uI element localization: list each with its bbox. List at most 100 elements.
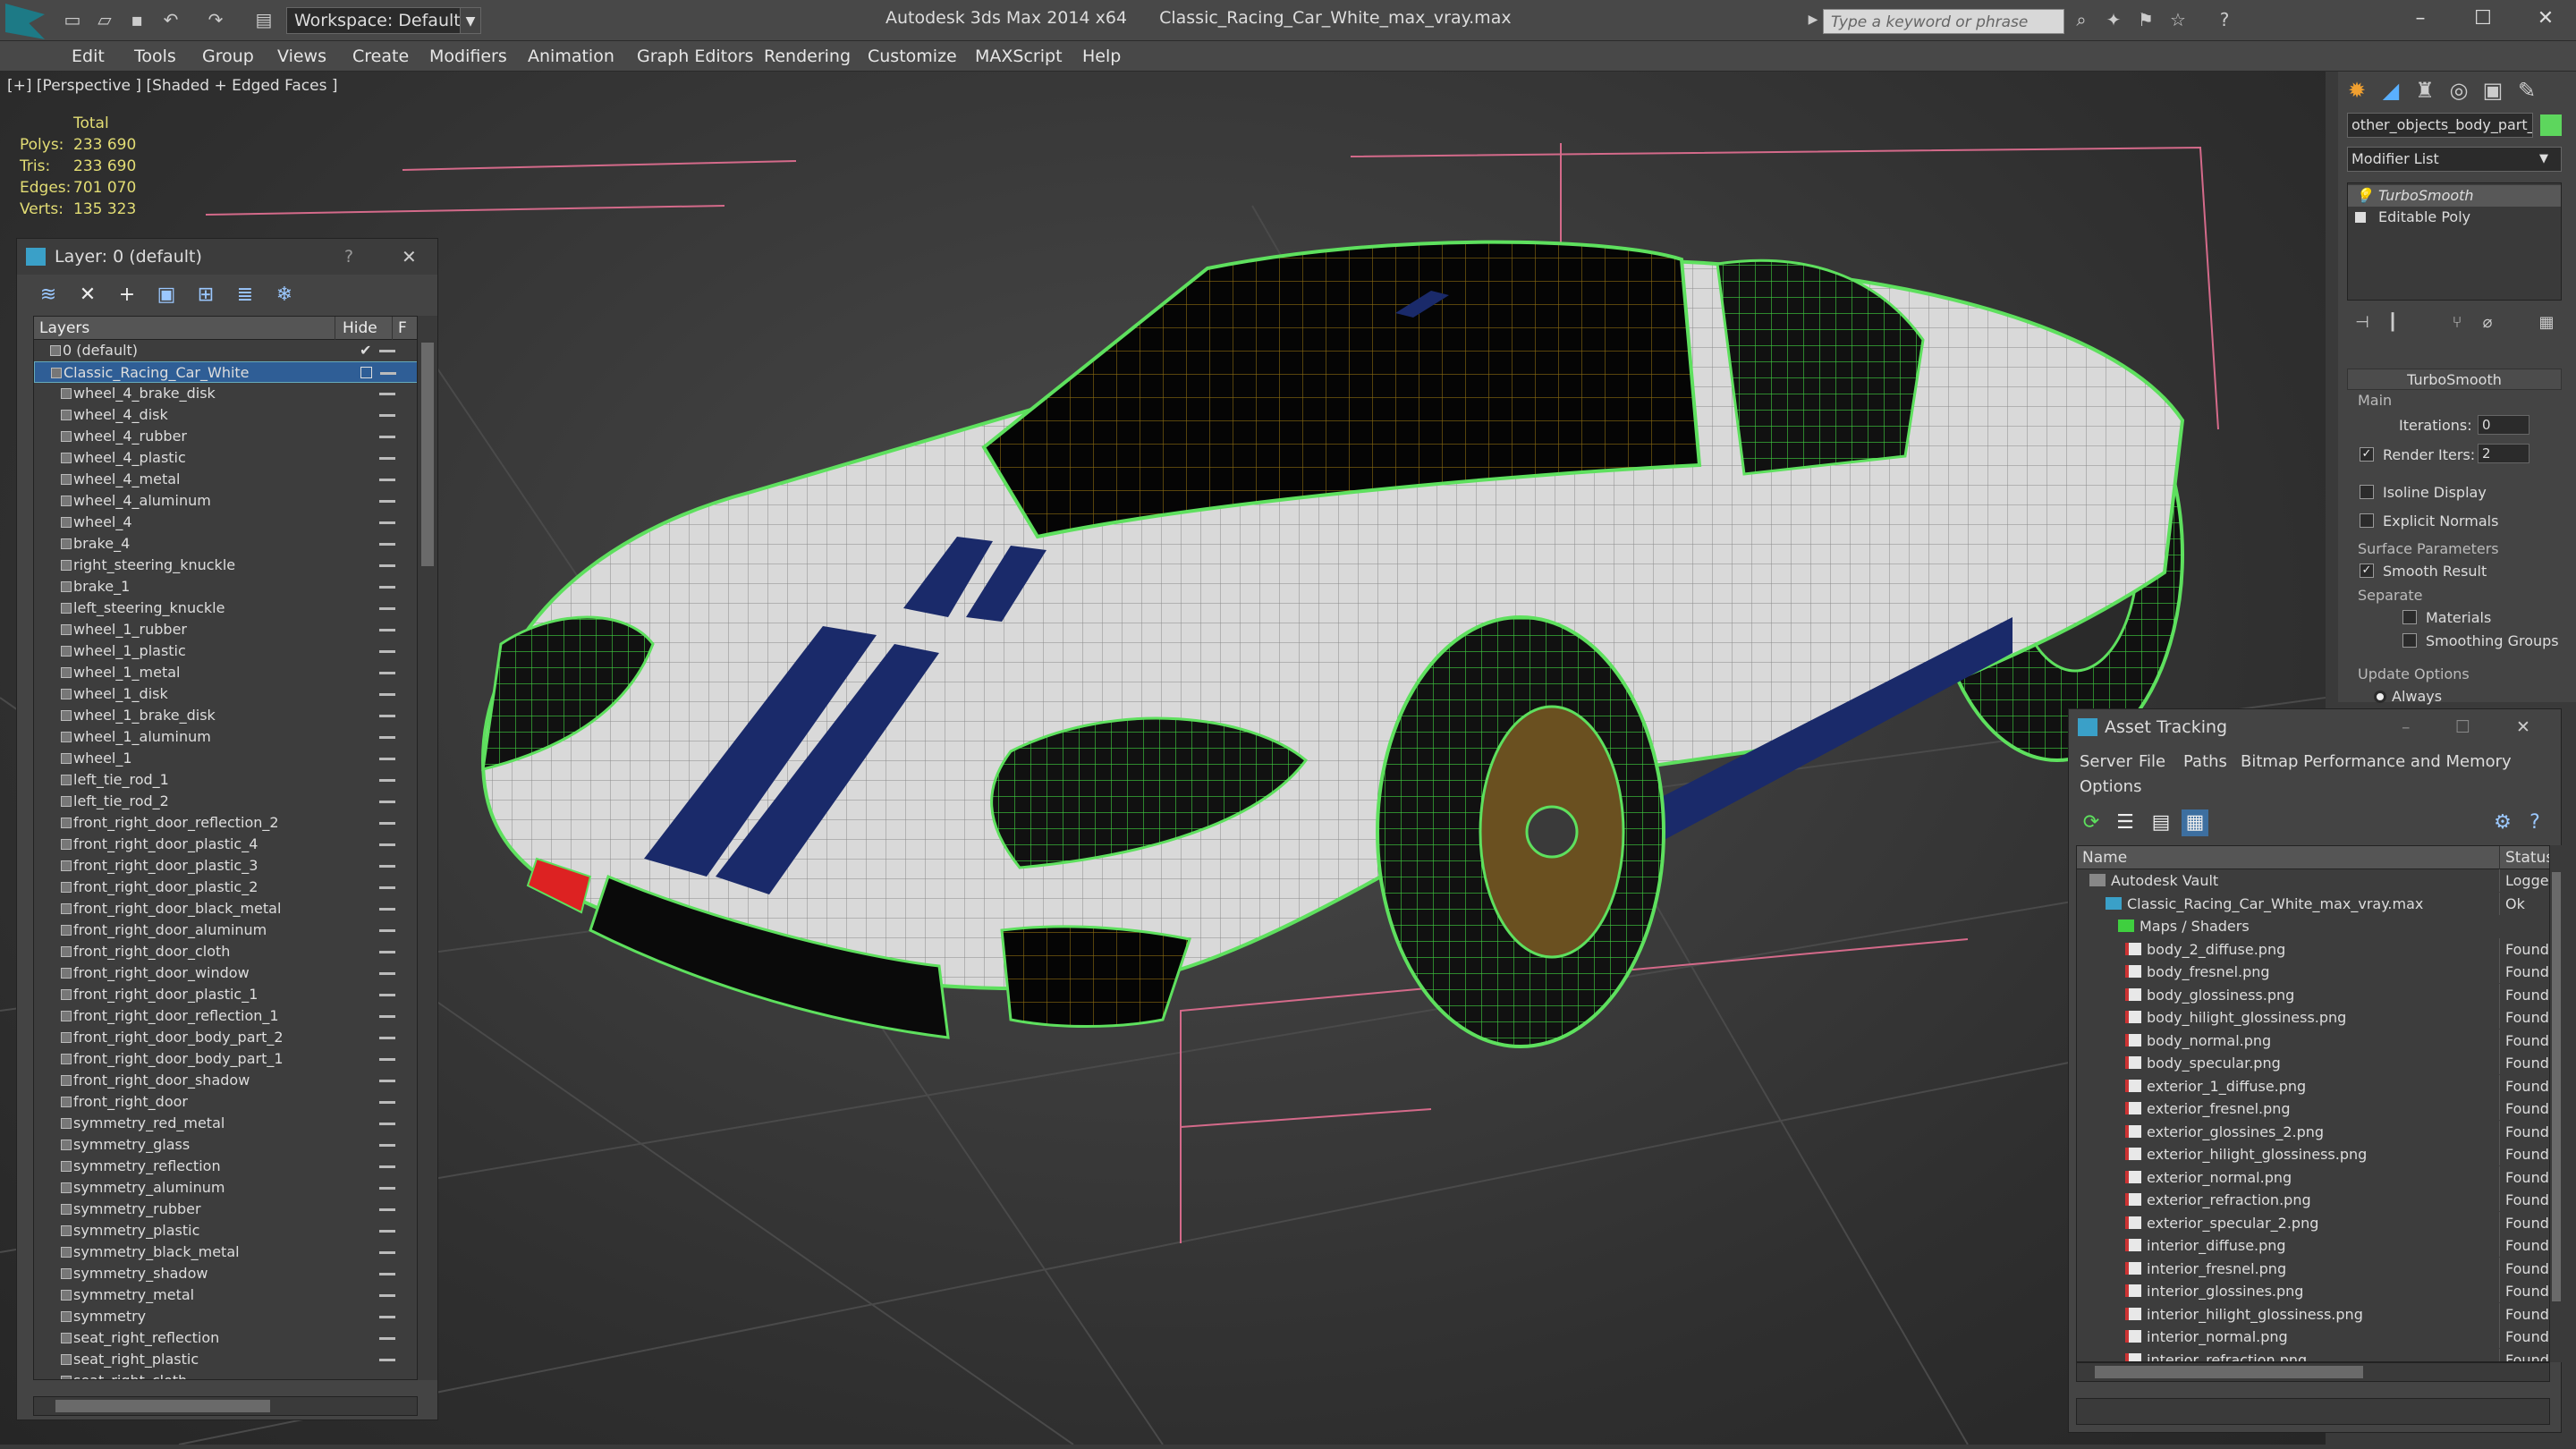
layer-list[interactable]: Layers Hide F 0 (default) ✔ Classic_Racing… — [33, 316, 418, 1380]
hide-toggle[interactable] — [379, 1273, 395, 1275]
layer-row[interactable]: wheel_4_plastic — [34, 447, 417, 469]
hide-toggle[interactable] — [379, 1208, 395, 1211]
highlight-layer-icon[interactable]: ⊞ — [192, 282, 219, 309]
layer-row[interactable]: front_right_door_black_metal — [34, 898, 417, 919]
display-tab-icon[interactable]: ▣ — [2478, 75, 2508, 106]
layer-row[interactable]: wheel_1_metal — [34, 662, 417, 683]
create-tab-icon[interactable]: ✹ — [2342, 75, 2372, 106]
add-to-layer-icon[interactable]: + — [114, 282, 140, 309]
refresh-icon[interactable]: ⟳ — [2078, 809, 2105, 836]
hide-toggle[interactable] — [379, 1165, 395, 1168]
menu-tools[interactable]: Tools — [134, 41, 176, 72]
render-iters-spinner[interactable]: 2 — [2478, 444, 2529, 463]
col-status[interactable]: Status — [2499, 846, 2549, 869]
asset-row[interactable]: interior_hilight_glossiness.png Found — [2077, 1302, 2549, 1326]
layer-row[interactable]: 0 (default) ✔ — [34, 340, 417, 361]
utilities-tab-icon[interactable]: ✎ — [2512, 75, 2542, 106]
show-end-result-icon[interactable]: ┃ — [2377, 308, 2408, 338]
layer-row[interactable]: brake_1 — [34, 576, 417, 597]
asset-row[interactable]: exterior_refraction.png Found — [2077, 1189, 2549, 1212]
hide-toggle[interactable] — [379, 693, 395, 696]
close-icon[interactable]: ✕ — [402, 239, 417, 275]
asset-row[interactable]: exterior_normal.png Found — [2077, 1165, 2549, 1190]
viewport-label[interactable]: [+] [Perspective ] [Shaded + Edged Faces… — [7, 77, 337, 95]
turbosmooth-rollout[interactable]: TurboSmooth — [2347, 369, 2562, 390]
layer-row[interactable]: wheel_1 — [34, 748, 417, 769]
layer-vertical-scrollbar[interactable] — [418, 316, 437, 1380]
hide-toggle[interactable] — [379, 736, 395, 739]
asset-row[interactable]: exterior_glossines_2.png Found — [2077, 1120, 2549, 1144]
hide-toggle[interactable] — [379, 1144, 395, 1147]
menu-bitmap-performance[interactable]: Bitmap Performance and Memory — [2241, 752, 2512, 771]
layer-row[interactable]: front_right_door_plastic_2 — [34, 877, 417, 898]
explicit-normals-checkbox[interactable] — [2360, 513, 2374, 528]
hide-toggle[interactable] — [379, 972, 395, 975]
hide-toggle[interactable] — [379, 1251, 395, 1254]
hide-toggle[interactable] — [379, 758, 395, 760]
object-color-swatch[interactable] — [2540, 114, 2562, 136]
layer-row[interactable]: wheel_1_disk — [34, 683, 417, 705]
hide-toggle[interactable] — [379, 1015, 395, 1018]
menu-options[interactable]: Options — [2080, 777, 2141, 796]
communication-icon[interactable]: ✦ — [2104, 11, 2123, 29]
layer-row[interactable]: symmetry_glass — [34, 1134, 417, 1156]
hide-toggle[interactable] — [379, 843, 395, 846]
layer-row[interactable]: front_right_door_body_part_2 — [34, 1027, 417, 1048]
hide-toggle[interactable] — [379, 629, 395, 631]
layer-row[interactable]: symmetry_plastic — [34, 1220, 417, 1241]
layer-row[interactable]: left_steering_knuckle — [34, 597, 417, 619]
asset-row[interactable]: exterior_specular_2.png Found — [2077, 1211, 2549, 1235]
hide-toggle[interactable] — [379, 521, 395, 524]
binoculars-icon[interactable]: ⌕ — [2072, 11, 2091, 29]
redo-icon[interactable]: ↷ — [206, 11, 225, 29]
layer-row[interactable]: front_right_door_cloth — [34, 941, 417, 962]
layer-row[interactable]: seat_right_plastic — [34, 1349, 417, 1370]
isoline-checkbox[interactable] — [2360, 485, 2374, 499]
hide-toggle[interactable] — [379, 607, 395, 610]
asset-row[interactable]: interior_refraction.png Found — [2077, 1348, 2549, 1361]
app-logo-icon[interactable] — [5, 4, 45, 39]
select-objects-icon[interactable]: ▣ — [153, 282, 180, 309]
hide-toggle[interactable] — [379, 1230, 395, 1233]
hide-toggle[interactable] — [379, 479, 395, 481]
asset-row[interactable]: interior_fresnel.png Found — [2077, 1257, 2549, 1281]
stack-item-turbosmooth[interactable]: 💡 TurboSmooth — [2348, 185, 2561, 207]
layer-row[interactable]: wheel_4_disk — [34, 404, 417, 426]
menu-graph-editors[interactable]: Graph Editors — [637, 41, 753, 72]
col-freeze[interactable]: F — [392, 317, 407, 340]
modifier-list-dropdown[interactable]: Modifier List ▼ — [2347, 147, 2562, 172]
asset-row[interactable]: Classic_Racing_Car_White_max_vray.max Ok — [2077, 892, 2549, 916]
layer-row[interactable]: symmetry_reflection — [34, 1156, 417, 1177]
asset-row[interactable]: exterior_1_diffuse.png Found — [2077, 1074, 2549, 1098]
menu-views[interactable]: Views — [277, 41, 326, 72]
save-icon[interactable]: ▪ — [127, 11, 147, 29]
layer-row[interactable]: wheel_4_brake_disk — [34, 383, 417, 404]
asset-row[interactable]: body_normal.png Found — [2077, 1029, 2549, 1053]
delete-layer-icon[interactable]: ✕ — [74, 282, 101, 309]
hide-toggle[interactable] — [379, 951, 395, 953]
menu-animation[interactable]: Animation — [528, 41, 614, 72]
layer-row[interactable]: wheel_1_rubber — [34, 619, 417, 640]
col-name[interactable]: Name — [2082, 846, 2127, 869]
hide-toggle[interactable] — [379, 543, 395, 546]
hide-toggle[interactable] — [379, 457, 395, 460]
iterations-spinner[interactable]: 0 — [2478, 415, 2529, 435]
layer-row[interactable]: symmetry_shadow — [34, 1263, 417, 1284]
layer-row[interactable]: wheel_1_aluminum — [34, 726, 417, 748]
always-radio[interactable] — [2374, 691, 2386, 703]
layer-row[interactable]: brake_4 — [34, 533, 417, 555]
hide-toggle[interactable] — [379, 886, 395, 889]
layer-row[interactable]: front_right_door — [34, 1091, 417, 1113]
list-view-icon[interactable]: ☰ — [2112, 809, 2139, 836]
subscription-icon[interactable]: ⚑ — [2136, 11, 2156, 29]
hide-toggle[interactable] — [379, 1101, 395, 1104]
layer-row[interactable]: front_right_door_plastic_3 — [34, 855, 417, 877]
hide-toggle[interactable] — [379, 564, 395, 567]
help-icon[interactable]: ? — [2521, 809, 2548, 836]
hide-toggle[interactable] — [379, 393, 395, 395]
layer-manager-icon[interactable]: ≋ — [35, 282, 62, 309]
menu-create[interactable]: Create — [352, 41, 409, 72]
remove-modifier-icon[interactable]: ⌀ — [2472, 308, 2503, 338]
col-hide[interactable]: Hide — [335, 317, 388, 340]
hide-toggle[interactable] — [379, 1187, 395, 1190]
